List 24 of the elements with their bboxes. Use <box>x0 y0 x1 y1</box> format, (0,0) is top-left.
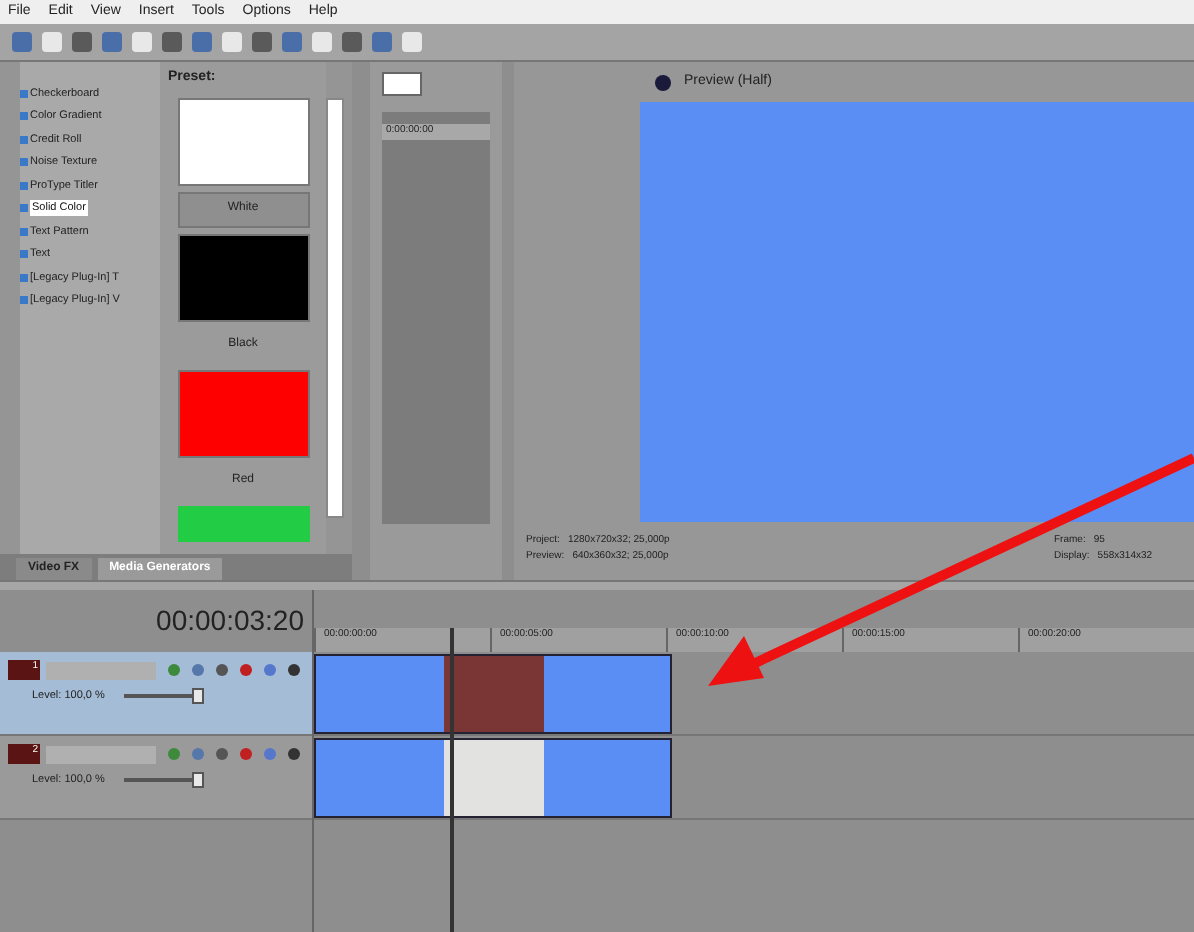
level-slider[interactable] <box>124 772 204 789</box>
plugin-icon <box>20 204 28 213</box>
color-swatch[interactable] <box>177 97 309 185</box>
plugin-icon <box>20 181 28 190</box>
clip[interactable] <box>314 738 672 818</box>
plugin-icon <box>20 158 28 167</box>
circle-icon[interactable] <box>654 73 672 91</box>
time-display: 00:00:03:20 <box>156 602 304 640</box>
scrollbar[interactable] <box>326 98 344 518</box>
plugin-icon <box>20 135 28 144</box>
color-swatch[interactable] <box>177 233 309 321</box>
color-swatch[interactable] <box>177 369 309 457</box>
plugin-icon <box>20 112 28 121</box>
level-slider[interactable] <box>124 688 204 705</box>
plugin-icon <box>20 296 28 305</box>
plugin-icon <box>20 227 28 236</box>
plugin-icon <box>20 273 28 282</box>
slider-thumb[interactable] <box>192 772 204 789</box>
track-name-field[interactable] <box>46 661 156 679</box>
dropdown[interactable] <box>382 72 422 96</box>
plugin-icon <box>20 250 28 259</box>
plugin-icon <box>20 89 28 98</box>
clip[interactable] <box>314 654 672 734</box>
slider-thumb[interactable] <box>192 688 204 705</box>
